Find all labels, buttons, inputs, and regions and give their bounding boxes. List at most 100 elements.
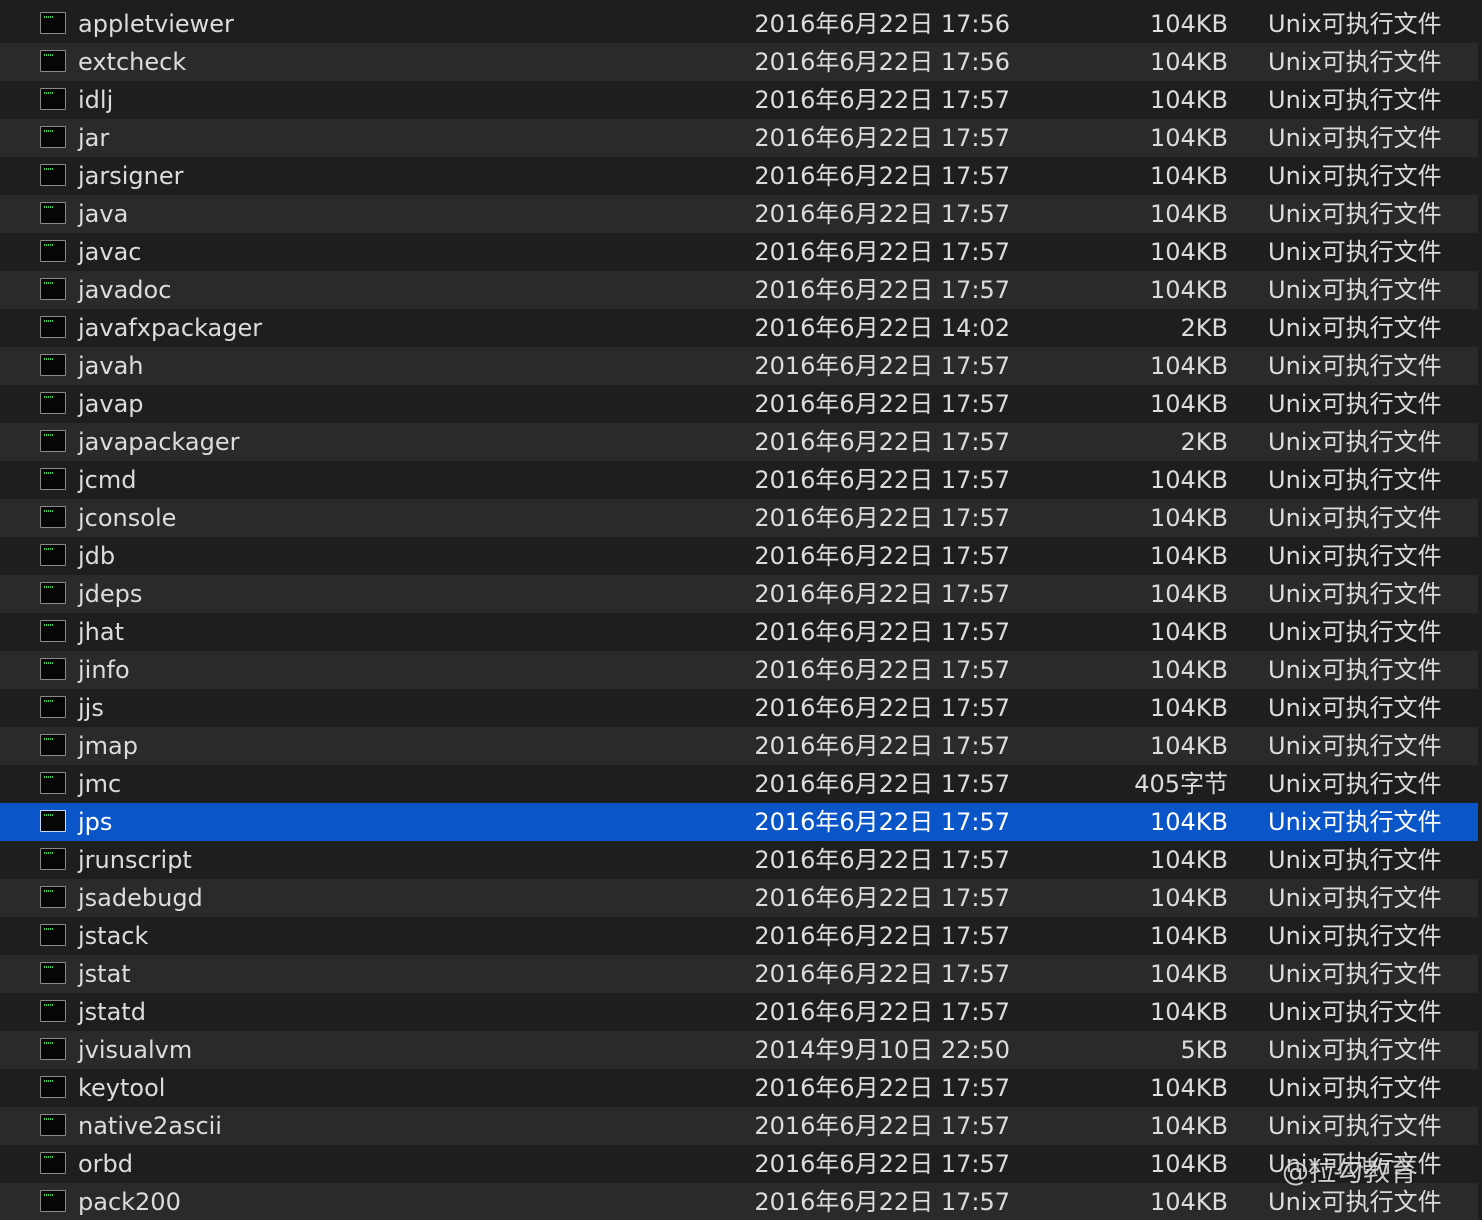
file-row-javapackager[interactable]: javapackager 2016年6月22日 17:57 2KB Unix可执行文件 — [0, 423, 1478, 461]
terminal-executable-icon — [40, 392, 66, 414]
file-date-modified: 2016年6月22日 17:56 — [754, 10, 1010, 38]
file-size: 104KB — [1149, 618, 1228, 646]
file-date-modified: 2016年6月22日 17:57 — [754, 656, 1010, 684]
file-kind: Unix可执行文件 — [1268, 352, 1442, 380]
file-name: jmc — [78, 770, 122, 798]
terminal-executable-icon — [40, 126, 66, 148]
file-date-modified: 2016年6月22日 17:57 — [754, 846, 1010, 874]
terminal-executable-icon — [40, 886, 66, 908]
file-row-jarsigner[interactable]: jarsigner 2016年6月22日 17:57 104KB Unix可执行文件 — [0, 157, 1478, 195]
file-row-javac[interactable]: javac 2016年6月22日 17:57 104KB Unix可执行文件 — [0, 233, 1478, 271]
file-row-jconsole[interactable]: jconsole 2016年6月22日 17:57 104KB Unix可执行文件 — [0, 499, 1478, 537]
file-row-jhat[interactable]: jhat 2016年6月22日 17:57 104KB Unix可执行文件 — [0, 613, 1478, 651]
file-name: extcheck — [78, 48, 187, 76]
file-size: 104KB — [1149, 732, 1228, 760]
file-name: jsadebugd — [78, 884, 203, 912]
file-date-modified: 2016年6月22日 17:57 — [754, 466, 1010, 494]
file-size: 104KB — [1149, 694, 1228, 722]
file-kind: Unix可执行文件 — [1268, 10, 1442, 38]
terminal-executable-icon — [40, 1038, 66, 1060]
file-date-modified: 2016年6月22日 17:57 — [754, 428, 1010, 456]
file-date-modified: 2016年6月22日 17:57 — [754, 504, 1010, 532]
file-row-jmc[interactable]: jmc 2016年6月22日 17:57 405字节 Unix可执行文件 — [0, 765, 1478, 803]
file-size: 104KB — [1149, 542, 1228, 570]
terminal-executable-icon — [40, 240, 66, 262]
file-name: jps — [78, 808, 113, 836]
file-row-idlj[interactable]: idlj 2016年6月22日 17:57 104KB Unix可执行文件 — [0, 81, 1478, 119]
file-date-modified: 2016年6月22日 17:57 — [754, 1150, 1010, 1178]
file-row-jcmd[interactable]: jcmd 2016年6月22日 17:57 104KB Unix可执行文件 — [0, 461, 1478, 499]
terminal-executable-icon — [40, 164, 66, 186]
terminal-executable-icon — [40, 316, 66, 338]
terminal-executable-icon — [40, 12, 66, 34]
file-row-javap[interactable]: javap 2016年6月22日 17:57 104KB Unix可执行文件 — [0, 385, 1478, 423]
file-row-javadoc[interactable]: javadoc 2016年6月22日 17:57 104KB Unix可执行文件 — [0, 271, 1478, 309]
file-kind: Unix可执行文件 — [1268, 276, 1442, 304]
file-row-jvisualvm[interactable]: jvisualvm 2014年9月10日 22:50 5KB Unix可执行文件 — [0, 1031, 1478, 1069]
file-size: 104KB — [1149, 1150, 1228, 1178]
file-name: jrunscript — [78, 846, 192, 874]
terminal-executable-icon — [40, 734, 66, 756]
file-kind: Unix可执行文件 — [1268, 732, 1442, 760]
file-row-jps[interactable]: jps 2016年6月22日 17:57 104KB Unix可执行文件 — [0, 803, 1478, 841]
file-kind: Unix可执行文件 — [1268, 504, 1442, 532]
file-kind: Unix可执行文件 — [1268, 124, 1442, 152]
file-kind: Unix可执行文件 — [1268, 656, 1442, 684]
file-row-jstatd[interactable]: jstatd 2016年6月22日 17:57 104KB Unix可执行文件 — [0, 993, 1478, 1031]
file-date-modified: 2016年6月22日 17:57 — [754, 1074, 1010, 1102]
file-size: 104KB — [1149, 1188, 1228, 1216]
file-row-native2ascii[interactable]: native2ascii 2016年6月22日 17:57 104KB Unix可执行… — [0, 1107, 1478, 1145]
file-row-jdb[interactable]: jdb 2016年6月22日 17:57 104KB Unix可执行文件 — [0, 537, 1478, 575]
file-row-jstack[interactable]: jstack 2016年6月22日 17:57 104KB Unix可执行文件 — [0, 917, 1478, 955]
file-row-jstat[interactable]: jstat 2016年6月22日 17:57 104KB Unix可执行文件 — [0, 955, 1478, 993]
file-date-modified: 2016年6月22日 17:57 — [754, 884, 1010, 912]
file-date-modified: 2016年6月22日 17:57 — [754, 694, 1010, 722]
file-size: 104KB — [1149, 998, 1228, 1026]
file-date-modified: 2016年6月22日 17:57 — [754, 162, 1010, 190]
file-kind: Unix可执行文件 — [1268, 428, 1442, 456]
file-row-jdeps[interactable]: jdeps 2016年6月22日 17:57 104KB Unix可执行文件 — [0, 575, 1478, 613]
file-row-jrunscript[interactable]: jrunscript 2016年6月22日 17:57 104KB Unix可执行文件 — [0, 841, 1478, 879]
file-size: 104KB — [1149, 808, 1228, 836]
file-row-jmap[interactable]: jmap 2016年6月22日 17:57 104KB Unix可执行文件 — [0, 727, 1478, 765]
file-kind: Unix可执行文件 — [1268, 960, 1442, 988]
file-row-jinfo[interactable]: jinfo 2016年6月22日 17:57 104KB Unix可执行文件 — [0, 651, 1478, 689]
file-size: 104KB — [1149, 276, 1228, 304]
terminal-executable-icon — [40, 202, 66, 224]
file-date-modified: 2016年6月22日 17:56 — [754, 48, 1010, 76]
file-date-modified: 2016年6月22日 17:57 — [754, 998, 1010, 1026]
file-date-modified: 2016年6月22日 17:57 — [754, 276, 1010, 304]
file-name: jar — [78, 124, 110, 152]
file-row-jsadebugd[interactable]: jsadebugd 2016年6月22日 17:57 104KB Unix可执行文件 — [0, 879, 1478, 917]
terminal-executable-icon — [40, 50, 66, 72]
file-name: jcmd — [78, 466, 137, 494]
file-name: jconsole — [78, 504, 177, 532]
file-row-extcheck[interactable]: extcheck 2016年6月22日 17:56 104KB Unix可执行文件 — [0, 43, 1478, 81]
file-name: jinfo — [78, 656, 130, 684]
file-kind: Unix可执行文件 — [1268, 200, 1442, 228]
file-size: 104KB — [1149, 960, 1228, 988]
file-date-modified: 2016年6月22日 17:57 — [754, 124, 1010, 152]
file-row-javah[interactable]: javah 2016年6月22日 17:57 104KB Unix可执行文件 — [0, 347, 1478, 385]
terminal-executable-icon — [40, 1190, 66, 1212]
file-row-java[interactable]: java 2016年6月22日 17:57 104KB Unix可执行文件 — [0, 195, 1478, 233]
terminal-executable-icon — [40, 506, 66, 528]
file-row-orbd[interactable]: orbd 2016年6月22日 17:57 104KB Unix可执行文件 — [0, 1145, 1478, 1183]
file-row-pack200[interactable]: pack200 2016年6月22日 17:57 104KB Unix可执行文件 — [0, 1183, 1478, 1220]
file-row-jjs[interactable]: jjs 2016年6月22日 17:57 104KB Unix可执行文件 — [0, 689, 1478, 727]
file-kind: Unix可执行文件 — [1268, 1036, 1442, 1064]
file-kind: Unix可执行文件 — [1268, 580, 1442, 608]
file-size: 104KB — [1149, 200, 1228, 228]
file-name: javah — [78, 352, 144, 380]
file-name: jhat — [78, 618, 124, 646]
file-kind: Unix可执行文件 — [1268, 998, 1442, 1026]
file-row-javafxpackager[interactable]: javafxpackager 2016年6月22日 14:02 2KB Unix可执行… — [0, 309, 1478, 347]
file-size: 104KB — [1149, 10, 1228, 38]
terminal-executable-icon — [40, 772, 66, 794]
file-name: javapackager — [78, 428, 240, 456]
file-size: 104KB — [1149, 86, 1228, 114]
file-row-jar[interactable]: jar 2016年6月22日 17:57 104KB Unix可执行文件 — [0, 119, 1478, 157]
file-row-keytool[interactable]: keytool 2016年6月22日 17:57 104KB Unix可执行文件 — [0, 1069, 1478, 1107]
file-name: java — [78, 200, 129, 228]
file-row-appletviewer[interactable]: appletviewer 2016年6月22日 17:56 104KB Unix可执行… — [0, 5, 1478, 43]
